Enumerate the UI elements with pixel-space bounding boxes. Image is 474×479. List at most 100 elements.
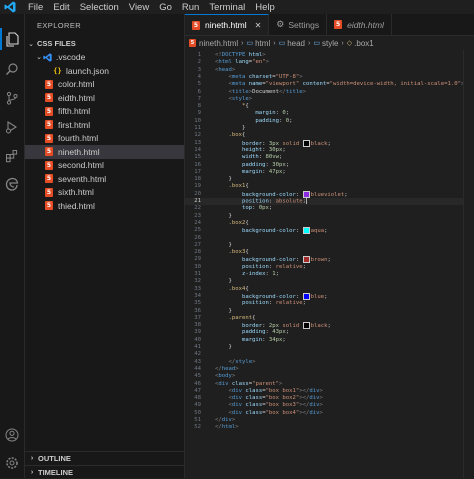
run-debug-icon[interactable] (4, 119, 20, 135)
code-line[interactable]: 42 (185, 351, 474, 358)
edge-devtools-icon[interactable] (4, 176, 20, 192)
code-line[interactable]: 14 height: 30px; (185, 147, 474, 154)
code-line[interactable]: 24 .box2{ (185, 220, 474, 227)
code-line[interactable]: 49 <div class="box box3"></div> (185, 402, 474, 409)
folder-vscode[interactable]: ⌄ .vscode (25, 51, 184, 65)
code-editor[interactable]: 1 <!DOCTYPE html> 2 <html lang="en"> 3 <head>… (185, 50, 474, 478)
code-line[interactable]: 41 } (185, 344, 474, 351)
menu-edit[interactable]: Edit (48, 2, 74, 13)
code-line[interactable]: 7 <style> (185, 96, 474, 103)
code-line[interactable]: 34 background-color: blue; (185, 292, 474, 300)
code-line[interactable]: 9 margin: 0; (185, 110, 474, 117)
code-line[interactable]: 29 background-color: brown; (185, 256, 474, 264)
code-line[interactable]: 10 padding: 0; (185, 118, 474, 125)
code-line[interactable]: 52 </html> (185, 424, 474, 431)
code-line[interactable]: 28 .box3{ (185, 249, 474, 256)
menu-file[interactable]: File (23, 2, 48, 13)
line-number: 27 (194, 241, 201, 248)
code-line[interactable]: 51 </div> (185, 417, 474, 424)
file-item[interactable]: 5 first.html (25, 118, 184, 132)
code-line[interactable]: 45 <body> (185, 373, 474, 380)
code-line[interactable]: 2 <html lang="en"> (185, 59, 474, 66)
code-line[interactable]: 23 } (185, 213, 474, 220)
code-line[interactable]: 5 <meta name="viewport" content="width=d… (185, 81, 474, 88)
file-item[interactable]: 5 thied.html (25, 199, 184, 213)
code-line[interactable]: 39 padding: 43px; (185, 329, 474, 336)
menu-terminal[interactable]: Terminal (204, 2, 250, 13)
file-item[interactable]: 5 nineth.html (25, 145, 184, 159)
code-line[interactable]: 33 .box4{ (185, 286, 474, 293)
code-line[interactable]: 16 padding: 30px; (185, 162, 474, 169)
chevron-right-icon: › (30, 455, 34, 462)
file-item[interactable]: 5 seventh.html (25, 172, 184, 186)
file-launch-json[interactable]: {} launch.json (25, 64, 184, 78)
code-line[interactable]: 18 } (185, 176, 474, 183)
breadcrumb-item[interactable]: html (255, 39, 270, 48)
code-line[interactable]: 11 } (185, 125, 474, 132)
file-item[interactable]: 5 sixth.html (25, 186, 184, 200)
breadcrumb-item[interactable]: style (322, 39, 338, 48)
code-line[interactable]: 31 z-index: 1; (185, 271, 474, 278)
code-line[interactable]: 37 .parent{ (185, 315, 474, 322)
code-line[interactable]: 32 } (185, 278, 474, 285)
manage-gear-icon[interactable] (4, 455, 20, 471)
menu-selection[interactable]: Selection (75, 2, 124, 13)
code-line[interactable]: 30 position: relative; (185, 264, 474, 271)
extensions-icon[interactable] (4, 148, 20, 164)
breadcrumb-item[interactable]: .box1 (354, 39, 374, 48)
code-line[interactable]: 1 <!DOCTYPE html> (185, 52, 474, 59)
menu-help[interactable]: Help (250, 2, 280, 13)
menu-run[interactable]: Run (177, 2, 204, 13)
code-line[interactable]: 50 <div class="box box4"></div> (185, 410, 474, 417)
code-line[interactable]: 46 <div class="parent"> (185, 381, 474, 388)
search-icon[interactable] (4, 61, 20, 77)
file-item[interactable]: 5 second.html (25, 159, 184, 173)
code-line[interactable]: 25 background-color: aqua; (185, 227, 474, 235)
code-line[interactable]: 26 (185, 235, 474, 242)
line-number: 21 (194, 198, 201, 204)
source-control-icon[interactable] (4, 90, 20, 106)
menu-go[interactable]: Go (154, 2, 177, 13)
code-line[interactable]: 17 margin: 47px; (185, 169, 474, 176)
editor-scrollbar[interactable] (463, 50, 474, 478)
code-line[interactable]: 20 background-color: blueviolet; (185, 190, 474, 198)
file-item[interactable]: 5 fifth.html (25, 105, 184, 119)
code-line[interactable]: 12 .box{ (185, 132, 474, 139)
code-line[interactable]: 27 } (185, 242, 474, 249)
code-line[interactable]: 38 border: 2px solid black; (185, 322, 474, 330)
code-line[interactable]: 21 position: absolute; (185, 198, 474, 206)
code-line[interactable]: 40 margin: 34px; (185, 337, 474, 344)
code-line[interactable]: 3 <head> (185, 67, 474, 74)
breadcrumb-item[interactable]: nineth.html (199, 39, 238, 48)
line-number: 6 (197, 88, 201, 95)
code-line[interactable]: 44 </head> (185, 366, 474, 373)
outline-section[interactable]: › OUTLINE (25, 451, 184, 465)
code-line[interactable]: 15 width: 80vw; (185, 154, 474, 161)
code-line[interactable]: 36 } (185, 308, 474, 315)
code-line[interactable]: 48 <div class="box box2"></div> (185, 395, 474, 402)
code-line[interactable]: 43 </style> (185, 359, 474, 366)
tab-eidth-html[interactable]: 5 eidth.html (327, 14, 392, 35)
code-line[interactable]: 6 <title>Document</title> (185, 89, 474, 96)
code-line[interactable]: 4 <meta charset="UTF-8"> (185, 74, 474, 81)
code-line[interactable]: 22 top: 0px; (185, 205, 474, 212)
file-item[interactable]: 5 eidth.html (25, 91, 184, 105)
file-item[interactable]: 5 color.html (25, 78, 184, 92)
chevron-right-icon: › (30, 469, 34, 476)
code-line[interactable]: 47 <div class="box box1"></div> (185, 388, 474, 395)
code-line[interactable]: 19 .box1{ (185, 183, 474, 190)
code-line[interactable]: 8 *{ (185, 103, 474, 110)
menu-view[interactable]: View (124, 2, 154, 13)
tab-nineth-html[interactable]: 5 nineth.html ✕ (185, 14, 270, 35)
tab-settings[interactable]: ⚙ Settings (269, 14, 328, 35)
explorer-icon[interactable] (4, 31, 20, 47)
folder-css-files[interactable]: ⌄ CSS FILES (25, 37, 184, 51)
file-item[interactable]: 5 fourth.html (25, 132, 184, 146)
code-line[interactable]: 35 position: relative; (185, 300, 474, 307)
timeline-section[interactable]: › TIMELINE (25, 465, 184, 479)
file-tree: ⌄ CSS FILES ⌄ .vscode {} launch.json 5 co… (25, 37, 184, 213)
code-line[interactable]: 13 border: 3px solid black; (185, 139, 474, 147)
account-icon[interactable] (4, 427, 20, 443)
breadcrumb-item[interactable]: head (287, 39, 305, 48)
close-icon[interactable]: ✕ (255, 21, 262, 30)
